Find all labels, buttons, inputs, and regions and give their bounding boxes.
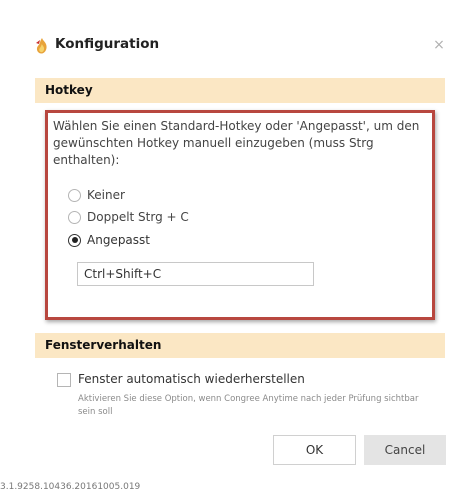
auto-restore-help-text: Aktivieren Sie diese Option, wenn Congre… <box>78 394 419 417</box>
custom-hotkey-input[interactable] <box>77 262 314 286</box>
title-bar: Konfiguration × <box>0 28 463 64</box>
cancel-button[interactable]: Cancel <box>364 435 446 465</box>
radio-button-selected[interactable] <box>68 233 81 247</box>
radio-label: Keiner <box>87 188 125 202</box>
radio-option-doppelt-strg-c[interactable]: Doppelt Strg + C <box>68 208 189 226</box>
dialog-title: Konfiguration <box>55 36 160 52</box>
version-label: 3.1.9258.10436.20161005.019 <box>0 482 141 492</box>
radio-option-keiner[interactable]: Keiner <box>68 186 125 204</box>
radio-label: Angepasst <box>87 233 150 247</box>
radio-button[interactable] <box>68 210 81 224</box>
ok-button[interactable]: OK <box>273 435 356 465</box>
auto-restore-label[interactable]: Fenster automatisch wiederherstellen <box>78 372 305 386</box>
flame-icon <box>33 37 51 55</box>
window-behavior-section-header: Fensterverhalten <box>35 333 445 358</box>
radio-option-angepasst[interactable]: Angepasst <box>68 231 150 249</box>
radio-button[interactable] <box>68 188 81 202</box>
close-icon[interactable]: × <box>432 37 446 53</box>
hotkey-description: Wählen Sie einen Standard-Hotkey oder 'A… <box>53 119 420 167</box>
config-dialog: Konfiguration × Hotkey Wählen Sie einen … <box>0 0 463 495</box>
radio-label: Doppelt Strg + C <box>87 210 189 224</box>
hotkey-section-header: Hotkey <box>35 78 445 103</box>
auto-restore-checkbox[interactable] <box>57 373 71 387</box>
